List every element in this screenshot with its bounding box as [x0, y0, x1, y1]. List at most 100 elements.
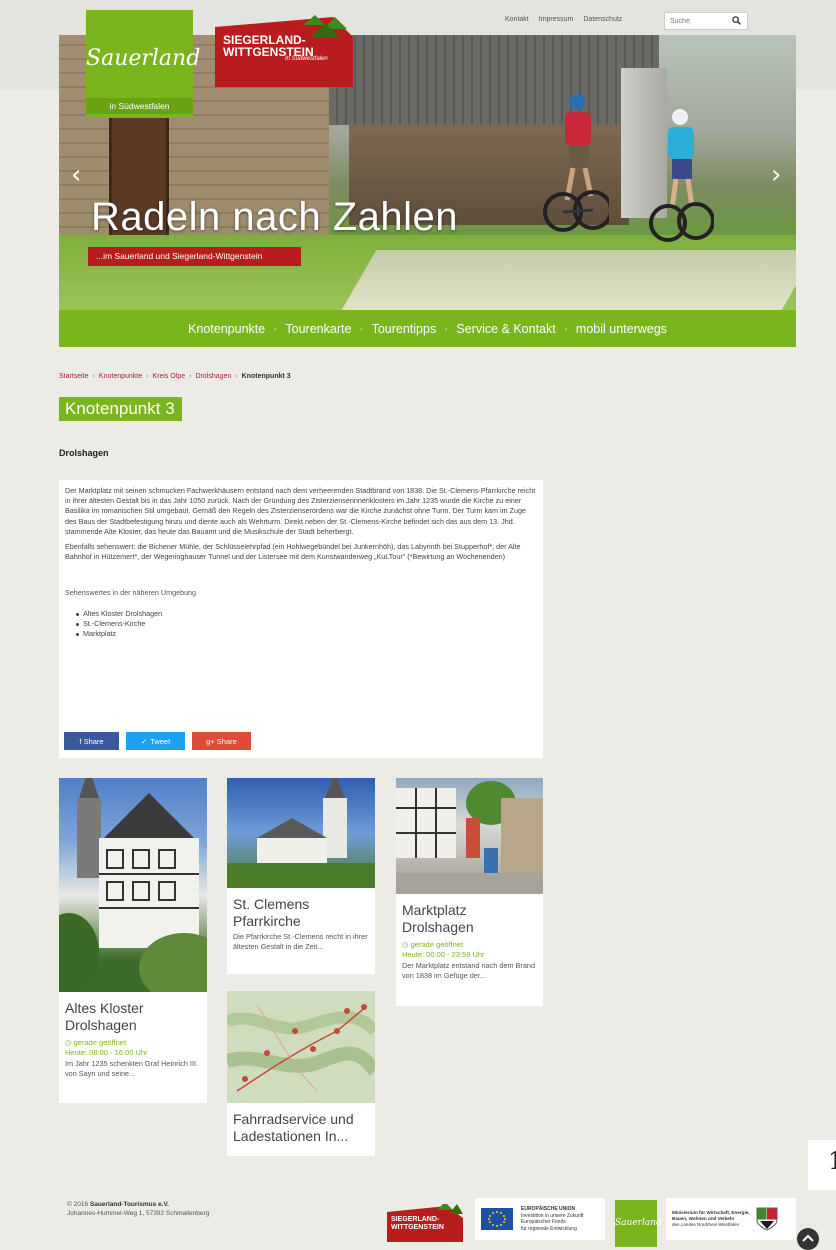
article-paragraph: Der Marktplatz mit seinen schmucken Fach… [65, 486, 536, 536]
cyclist-image [543, 94, 609, 232]
breadcrumb-separator: › [189, 373, 192, 380]
copyright-prefix: © 2016 [67, 1201, 90, 1208]
breadcrumb-item[interactable]: Drolshagen [196, 373, 232, 380]
poi-card-st-clemens[interactable]: St. Clemens Pfarrkirche Die Pfarrkirche … [227, 778, 375, 974]
eu-logo[interactable]: EUROPÄISCHE UNION Investition in unsere … [475, 1198, 605, 1240]
twitter-icon: ✓ [140, 736, 148, 746]
twitter-share-button[interactable]: ✓ Tweet [126, 732, 185, 750]
footer-address: Johannes-Hummel-Weg 1, 57392 Schmallenbe… [67, 1210, 210, 1217]
article-paragraph: Ebenfalls sehenswert: die Bichener Mühle… [65, 542, 521, 562]
hero-next-arrow[interactable]: › [771, 160, 781, 190]
hero-path [341, 250, 796, 310]
nav-tourenkarte[interactable]: Tourenkarte [285, 322, 351, 336]
nav-separator: · [273, 321, 278, 336]
twitter-share-label: Tweet [150, 736, 171, 746]
top-links: Kontakt Impressum Datenschutz [505, 16, 622, 23]
opening-hours: Heute: 00:00 - 23:59 Uhr [402, 950, 485, 959]
breadcrumb-item[interactable]: Knotenpunkte [99, 373, 142, 380]
open-status-text: gerade geöffnet [73, 1038, 127, 1047]
poi-description: Der Marktplatz entstand nach dem Brand v… [402, 961, 536, 980]
poi-card-marktplatz[interactable]: Marktplatz Drolshagen ◷ gerade geöffnet … [396, 778, 543, 1006]
nearby-item[interactable]: St.-Clemens-Kirche [76, 619, 537, 629]
breadcrumb-separator: › [92, 373, 95, 380]
link-kontakt[interactable]: Kontakt [505, 16, 529, 23]
poi-card-fahrradservice[interactable]: Fahrradservice und Ladestationen In... [227, 991, 375, 1156]
poi-image [227, 991, 375, 1103]
hero-title: Radeln nach Zahlen [91, 195, 459, 239]
breadcrumb-separator: › [235, 373, 238, 380]
poi-title: Altes Kloster Drolshagen [65, 1000, 144, 1033]
chevron-up-icon [802, 1234, 814, 1242]
poi-image [396, 778, 543, 894]
ministry-logo[interactable]: Ministerium für Wirtschaft, Energie, Bau… [666, 1198, 796, 1240]
gplus-share-button[interactable]: g+ Share [192, 732, 251, 750]
search-icon[interactable] [732, 16, 741, 25]
cyclist-image [649, 109, 714, 242]
clock-icon: ◷ [65, 1038, 72, 1047]
page-title: Knotenpunkt 3 [59, 397, 182, 421]
map-illustration [227, 1004, 375, 1092]
facebook-share-button[interactable]: f Share [64, 732, 119, 750]
altes-kloster-illustration [59, 778, 207, 992]
footer-org: Sauerland-Tourismus e.V. [89, 1201, 169, 1208]
footer-sw-line1: SIEGERLAND- [391, 1216, 440, 1223]
nav-knotenpunkte[interactable]: Knotenpunkte [188, 322, 265, 336]
footer-siegerland-logo[interactable]: SIEGERLAND- WITTGENSTEIN [387, 1204, 463, 1242]
breadcrumb-item[interactable]: Kreis Olpe [152, 373, 185, 380]
link-datenschutz[interactable]: Datenschutz [583, 16, 622, 23]
sw-logo-small: In Südwestfalen [285, 56, 328, 62]
footer-copyright: © 2016 Sauerland-Tourismus e.V. Johannes… [67, 1200, 209, 1218]
sauerland-logo[interactable]: Sauerland in Südwestfalen [86, 10, 201, 118]
footer-sauerland-text: Sauerland [615, 1218, 662, 1228]
poi-title: Marktplatz Drolshagen [402, 902, 474, 935]
nearby-item[interactable]: Marktplatz [76, 629, 537, 639]
nrw-coat-of-arms-icon [756, 1207, 777, 1231]
nav-tourentipps[interactable]: Tourentipps [372, 322, 437, 336]
sauerland-logo-text: Sauerland [86, 46, 201, 71]
hero-prev-arrow[interactable]: ‹ [71, 160, 81, 190]
page-number: 1 [808, 1140, 836, 1190]
open-status-text: gerade geöffnet [410, 940, 464, 949]
eu-text: für regionale Entwicklung [521, 1225, 577, 1232]
marktplatz-illustration [396, 781, 543, 894]
footer-sauerland-logo[interactable]: Sauerland [615, 1200, 662, 1247]
eu-text: EUROPÄISCHE UNION [521, 1206, 576, 1212]
scroll-to-top-button[interactable] [797, 1228, 819, 1250]
poi-description: Im Jahr 1235 schenkten Graf Heinrich III… [65, 1059, 199, 1078]
hero-subtitle: ...im Sauerland und Siegerland-Wittgenst… [88, 247, 301, 266]
poi-description: Die Pfarrkirche St.-Clemens reicht in ih… [233, 932, 368, 951]
poi-card-altes-kloster[interactable]: Altes Kloster Drolshagen ◷ gerade geöffn… [59, 778, 207, 1103]
siegerland-wittgenstein-logo[interactable]: SIEGERLAND- WITTGENSTEIN In Südwestfalen [215, 15, 355, 89]
sauerland-logo-tag: in Südwestfalen [86, 98, 193, 114]
link-impressum[interactable]: Impressum [539, 16, 574, 23]
church-illustration [227, 778, 375, 888]
nav-mobil-unterwegs[interactable]: mobil unterwegs [576, 322, 667, 336]
breadcrumb-separator: › [146, 373, 149, 380]
opening-hours: Heute: 08:00 - 16:00 Uhr [65, 1048, 148, 1057]
poi-image [59, 778, 207, 992]
nearby-heading: Sehenswertes in der näheren Umgebung [65, 588, 197, 598]
eu-flag-icon [481, 1208, 513, 1230]
article-body: Der Marktplatz mit seinen schmucken Fach… [59, 480, 543, 758]
breadcrumb-current: Knotenpunkt 3 [241, 373, 291, 380]
search-input[interactable] [670, 17, 730, 25]
nearby-item[interactable]: Altes Kloster Drolshagen [76, 609, 537, 619]
nav-separator: · [444, 321, 449, 336]
poi-title: St. Clemens Pfarrkirche [233, 896, 310, 929]
nav-separator: · [563, 321, 568, 336]
open-status: ◷ gerade geöffnet [396, 936, 543, 949]
breadcrumb-item[interactable]: Startseite [59, 373, 89, 380]
search-box[interactable] [664, 12, 748, 30]
nav-service-kontakt[interactable]: Service & Kontakt [456, 322, 555, 336]
open-status: ◷ gerade geöffnet [59, 1034, 207, 1047]
footer-sw-line2: WITTGENSTEIN [391, 1224, 444, 1231]
poi-image [227, 778, 375, 888]
share-buttons: f Share ✓ Tweet g+ Share [64, 732, 251, 750]
hero-roof [329, 35, 659, 125]
page-subtitle: Drolshagen [59, 448, 109, 458]
main-nav: Knotenpunkte · Tourenkarte · Tourentipps… [59, 310, 796, 347]
breadcrumb: Startseite › Knotenpunkte › Kreis Olpe ›… [59, 373, 291, 380]
ministry-text: des Landes Nordrhein-Westfalen [672, 1222, 740, 1227]
nav-separator: · [359, 321, 364, 336]
nearby-list: Altes Kloster Drolshagen St.-Clemens-Kir… [65, 609, 537, 640]
